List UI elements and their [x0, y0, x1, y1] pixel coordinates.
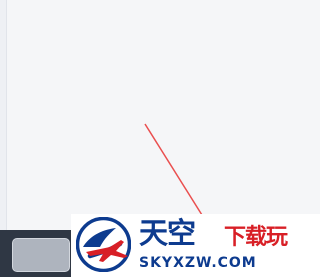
blank-window-panel: [6, 0, 320, 230]
desktop-window: 天空 下载玩 SKYXZW.COM: [0, 0, 320, 277]
watermark-domain: SKYXZW.COM: [139, 255, 257, 271]
site-watermark: 天空 下载玩 SKYXZW.COM: [71, 214, 320, 277]
airplane-globe-logo-icon: [76, 217, 131, 272]
watermark-brand-accent: 下载玩: [224, 224, 288, 250]
taskbar-button[interactable]: [12, 238, 70, 272]
watermark-brand-main: 天空: [139, 216, 196, 250]
